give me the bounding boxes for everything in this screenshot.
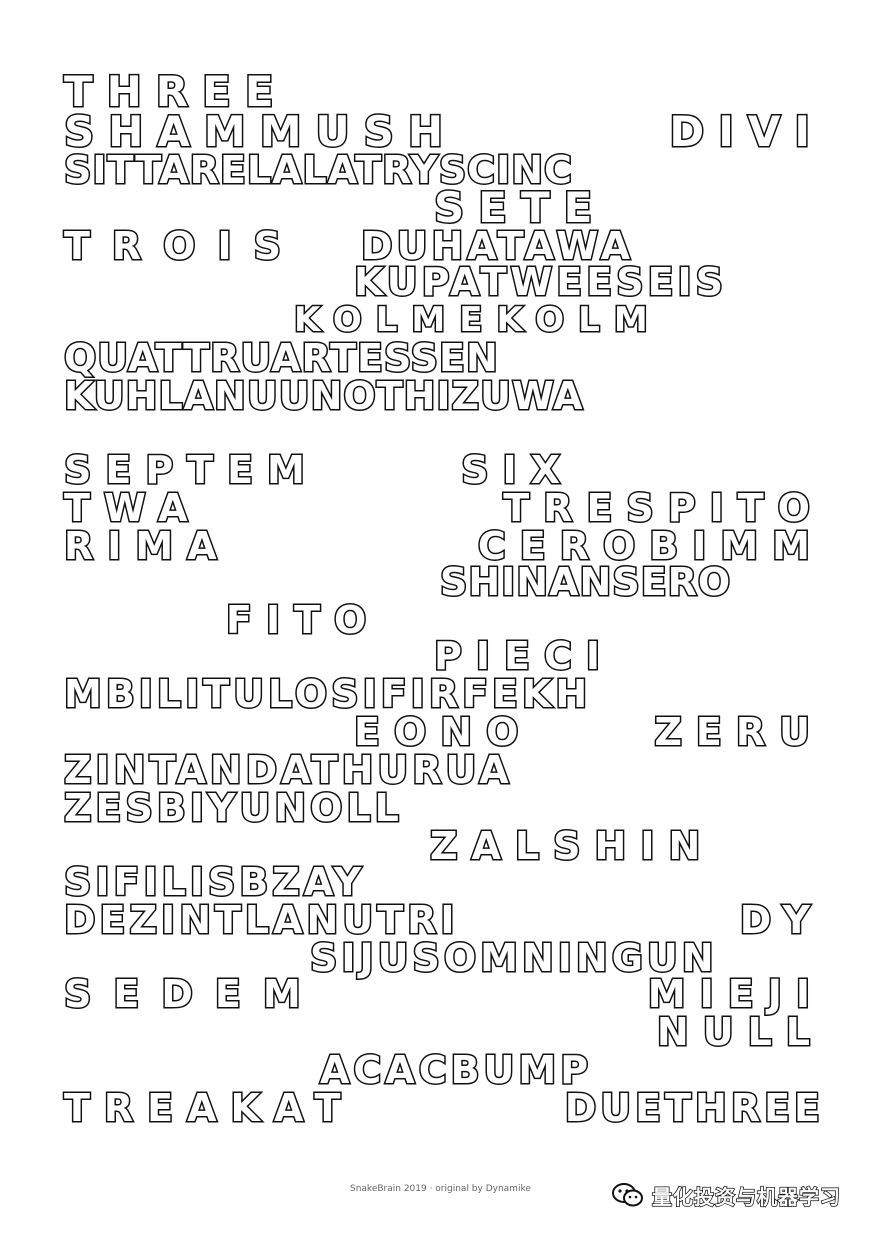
word: SEDEM (63, 972, 323, 1016)
word: RIMA (63, 524, 231, 568)
word: QUATTRUARTESSEN (63, 336, 500, 380)
word-line: KUPATWEESEIS (352, 260, 824, 304)
word-line: SEDEM MIEJI (63, 972, 824, 1016)
brand: 量化投资与机器学习 (612, 1180, 841, 1210)
word-line: SHAMMUSH DIVI (63, 107, 824, 156)
word-line: NULL (655, 1012, 824, 1053)
word-line: FITO (224, 600, 376, 641)
word: ACACBUMP (318, 1048, 593, 1092)
word: SEPTEM (63, 448, 319, 492)
word: TREAKAT (62, 1086, 355, 1130)
word: KUPATWEESEIS (352, 260, 728, 304)
word-line: SIFILISBZAY (62, 860, 444, 904)
word: DIVI (668, 107, 824, 156)
word: MBILITULOSIFIRFEKH (62, 672, 592, 716)
word: FITO (224, 598, 381, 642)
word-line: TREAKAT DUETHREE (62, 1086, 824, 1130)
word-line: ZESBIYUNOLL (63, 786, 504, 830)
word: SIX (460, 448, 574, 492)
word-line: EONO ZERU (352, 710, 824, 754)
word: EONO (352, 710, 533, 754)
word-line: THREE (63, 69, 276, 114)
word: MIEJI (646, 972, 824, 1016)
word: KOLMEKOLM (293, 300, 662, 340)
wechat-icon (612, 1182, 644, 1208)
word: SIFILISBZAY (62, 860, 366, 904)
word-line: SHINANSERO (438, 560, 824, 604)
word: NULL (655, 1010, 824, 1054)
word: DY (738, 898, 824, 942)
word: KUHLANUUNOTHIZUWA (63, 374, 585, 418)
word: DUETHREE (563, 1086, 824, 1130)
word: PIECI (433, 634, 614, 678)
word-line: MBILITULOSIFIRFEKH (62, 672, 824, 716)
word-line: KUHLANUUNOTHIZUWA (63, 374, 824, 418)
word-line: TWA TRESPITO (63, 486, 824, 530)
word-line: ZINTANDATHURUA (63, 748, 654, 792)
word-line: ZALSHIN (428, 824, 730, 868)
word: ZERU (653, 710, 824, 754)
word-line: ACACBUMP (318, 1048, 660, 1092)
word: TRESPITO (502, 486, 824, 530)
word-line: DEZINTLANUTRI DY (63, 898, 824, 942)
word-line: QUATTRUARTESSEN (63, 336, 654, 380)
word-line: SETE (432, 185, 594, 230)
word: TROIS (63, 224, 303, 268)
word: SHAMMUSH (63, 107, 457, 156)
footer: SnakeBrain 2019 · original by Dynamike 量… (0, 1180, 886, 1210)
word: TWA (63, 486, 202, 530)
word: SHINANSERO (438, 560, 732, 604)
brand-name: 量化投资与机器学习 (651, 1184, 841, 1210)
word-line: SEPTEM SIX (63, 448, 574, 492)
word-line: PIECI (433, 636, 604, 677)
word: ZINTANDATHURUA (63, 748, 513, 792)
word: ZESBIYUNOLL (63, 786, 403, 830)
word: DEZINTLANUTRI (63, 898, 459, 942)
word: ZALSHIN (428, 824, 715, 868)
footer-credit: SnakeBrain 2019 · original by Dynamike (350, 1184, 531, 1194)
word: SETE (432, 183, 607, 232)
word-line: KOLMEKOLM (293, 300, 654, 340)
